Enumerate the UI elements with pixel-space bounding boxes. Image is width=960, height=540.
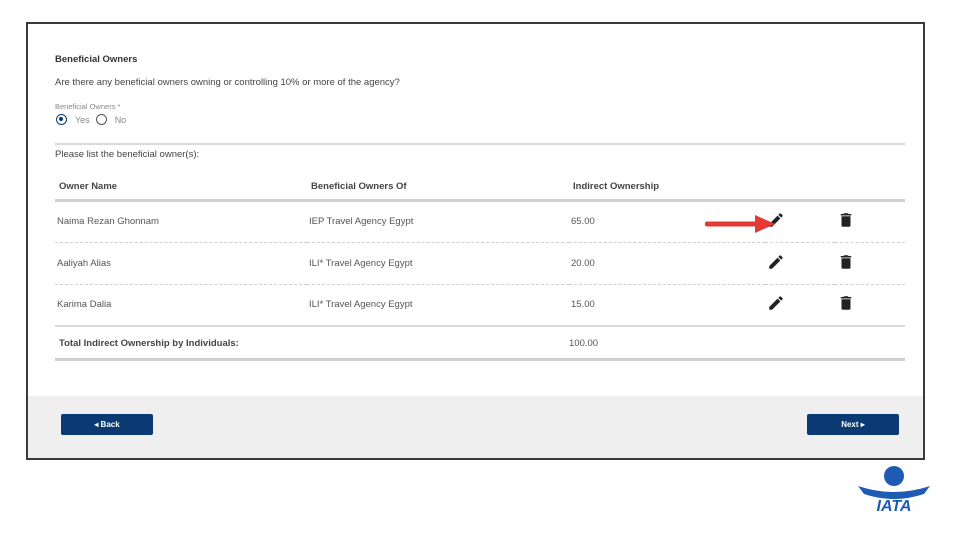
iata-logo-text: IATA bbox=[877, 498, 912, 514]
owner-of-cell: IEP Travel Agency Egypt bbox=[307, 200, 569, 243]
trash-icon[interactable] bbox=[837, 294, 855, 312]
owner-name-cell: Karima Dalia bbox=[55, 284, 307, 327]
trash-icon[interactable] bbox=[837, 253, 855, 271]
section-divider bbox=[55, 143, 905, 145]
trash-icon[interactable] bbox=[837, 211, 855, 229]
column-header-owner-name: Owner Name bbox=[55, 174, 307, 202]
table-row: Aaliyah Alias ILI* Travel Agency Egypt 2… bbox=[55, 242, 905, 285]
pencil-icon[interactable] bbox=[767, 253, 785, 271]
table-header-row: Owner Name Beneficial Owners Of Indirect… bbox=[55, 174, 905, 202]
section-title: Beneficial Owners bbox=[55, 54, 138, 65]
beneficial-owners-table: Owner Name Beneficial Owners Of Indirect… bbox=[55, 174, 905, 327]
total-ownership-value: 100.00 bbox=[569, 338, 599, 349]
total-ownership-row: Total Indirect Ownership by Individuals:… bbox=[55, 329, 905, 361]
column-header-indirect-ownership: Indirect Ownership bbox=[569, 174, 765, 202]
next-button[interactable]: Next ▸ bbox=[807, 414, 899, 435]
owner-name-cell: Naima Rezan Ghonnam bbox=[55, 200, 307, 243]
owner-name-cell: Aaliyah Alias bbox=[55, 242, 307, 285]
radio-yes-label[interactable]: Yes bbox=[75, 115, 90, 125]
pencil-icon[interactable] bbox=[767, 294, 785, 312]
radio-no[interactable] bbox=[95, 114, 107, 125]
form-footer: ◂ Back Next ▸ bbox=[28, 396, 923, 458]
app-frame: Beneficial Owners Are there any benefici… bbox=[26, 22, 925, 460]
total-ownership-label: Total Indirect Ownership by Individuals: bbox=[59, 338, 239, 349]
table-row: Naima Rezan Ghonnam IEP Travel Agency Eg… bbox=[55, 200, 905, 243]
radio-yes[interactable] bbox=[56, 114, 67, 125]
owner-of-cell: ILI* Travel Agency Egypt bbox=[307, 242, 569, 285]
radio-no-label[interactable]: No bbox=[115, 115, 127, 125]
back-button[interactable]: ◂ Back bbox=[61, 414, 153, 435]
iata-logo: IATA bbox=[858, 466, 930, 514]
ownership-cell: 20.00 bbox=[569, 242, 765, 285]
beneficial-owners-field-label: Beneficial Owners * bbox=[55, 102, 121, 111]
owner-of-cell: ILI* Travel Agency Egypt bbox=[307, 284, 569, 327]
column-header-beneficial-owners-of: Beneficial Owners Of bbox=[307, 174, 569, 202]
table-row: Karima Dalia ILI* Travel Agency Egypt 15… bbox=[55, 284, 905, 327]
ownership-cell: 15.00 bbox=[569, 284, 765, 327]
list-prompt: Please list the beneficial owner(s): bbox=[55, 149, 200, 160]
column-header-edit bbox=[765, 174, 835, 202]
column-header-delete bbox=[835, 174, 905, 202]
ownership-question: Are there any beneficial owners owning o… bbox=[55, 77, 400, 88]
red-arrow-annotation bbox=[705, 215, 775, 233]
beneficial-owners-radio-group: Yes No bbox=[56, 114, 132, 125]
